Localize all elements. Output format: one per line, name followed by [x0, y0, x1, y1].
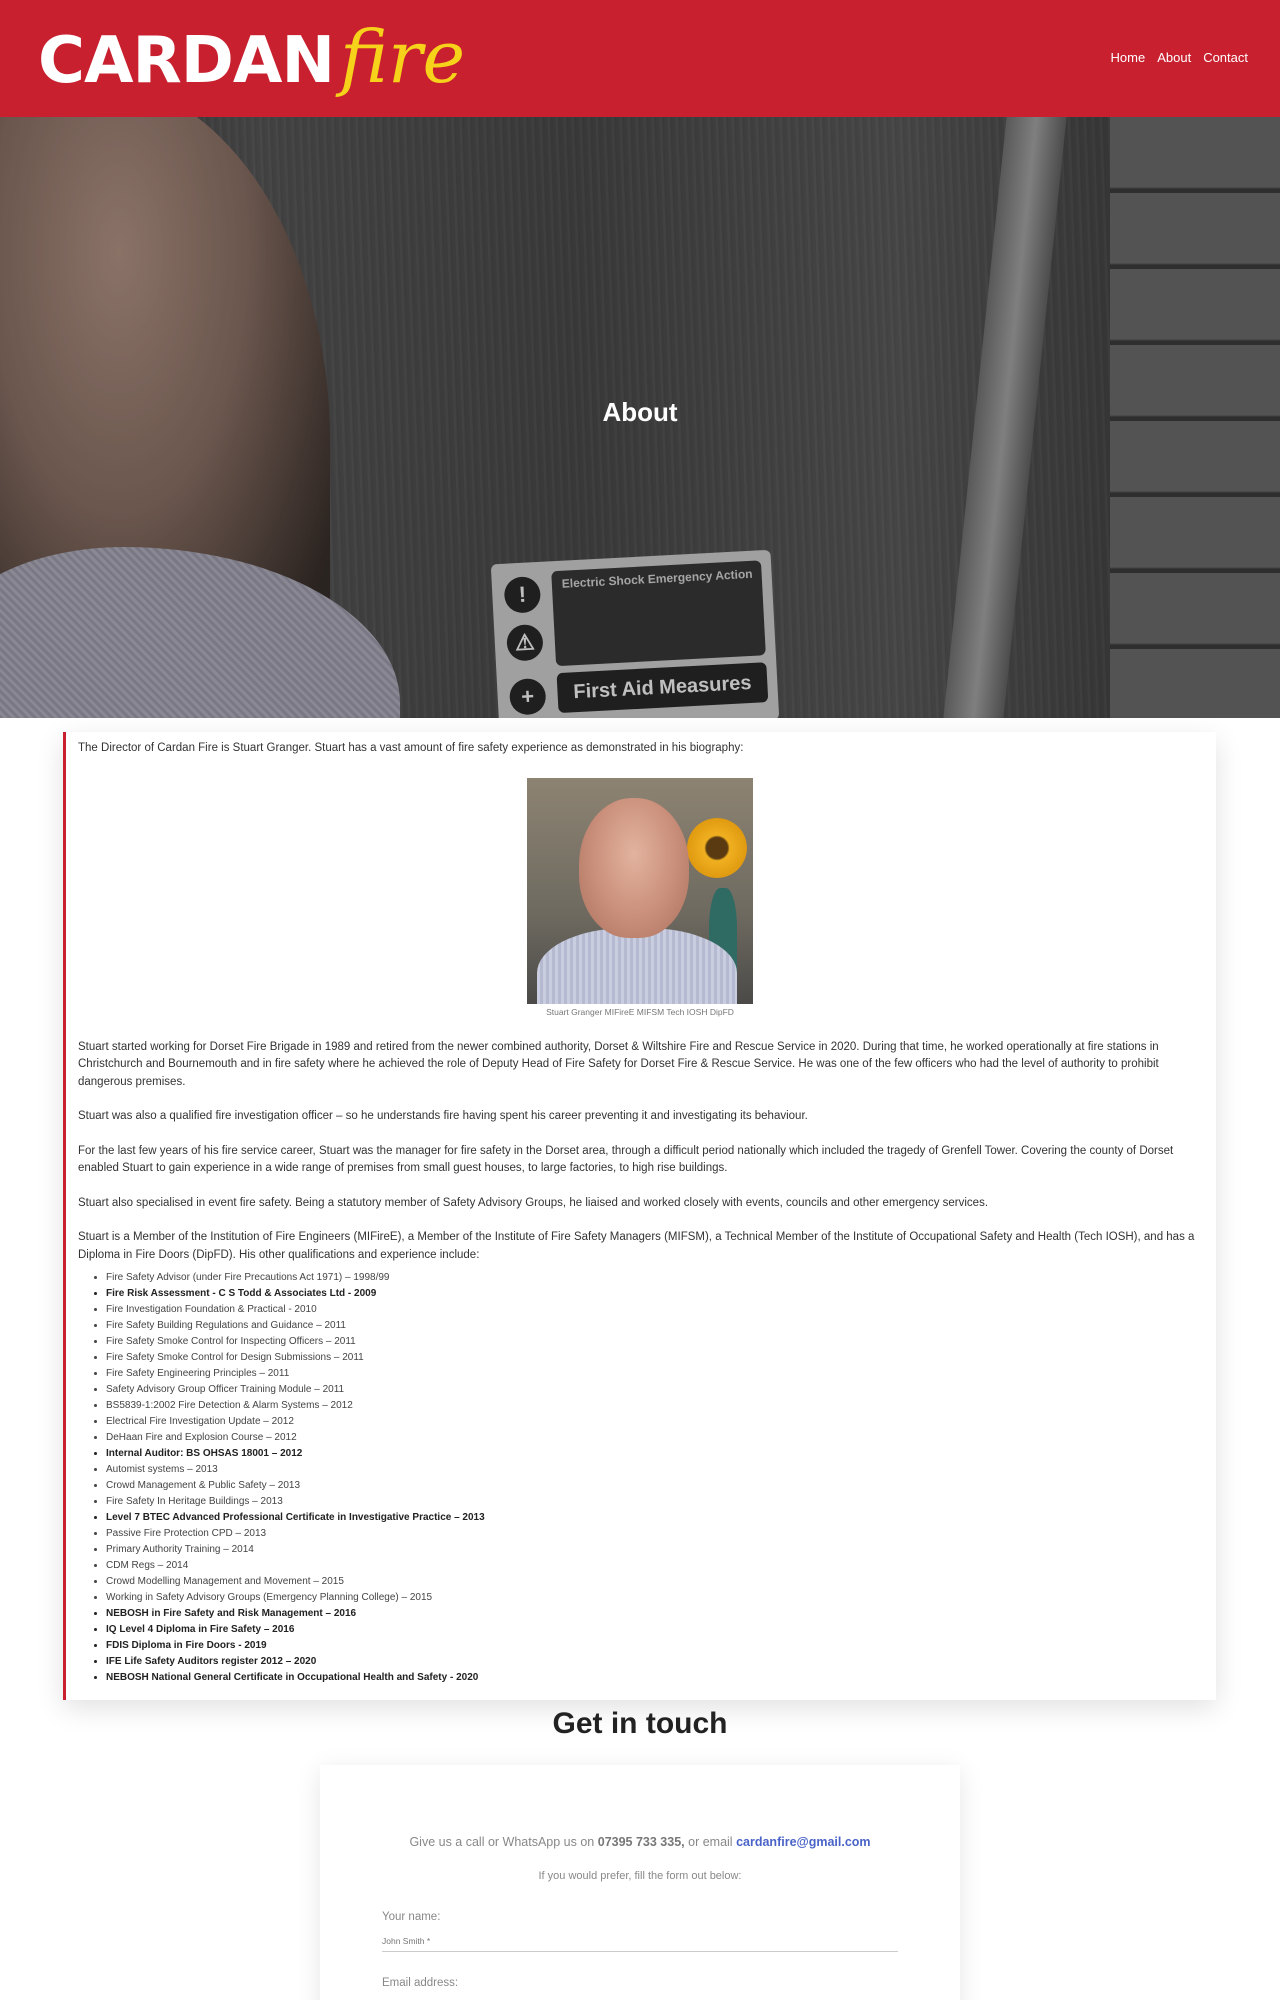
logo-wordmark: CARDAN: [38, 24, 335, 98]
call-prefix: Give us a call or WhatsApp us on: [409, 1835, 595, 1849]
name-label: Your name:: [382, 1911, 441, 1923]
bio-paragraph: Stuart also specialised in event fire sa…: [78, 1196, 989, 1209]
qualification-item: Fire Risk Assessment - C S Todd & Associ…: [106, 1286, 1202, 1302]
about-card: The Director of Cardan Fire is Stuart Gr…: [63, 732, 1216, 1700]
qualification-item: Electrical Fire Investigation Update – 2…: [106, 1414, 1202, 1430]
qualification-item: DeHaan Fire and Explosion Course – 2012: [106, 1430, 1202, 1446]
page-title: About: [602, 397, 678, 427]
phone-number[interactable]: 07395 733 335,: [598, 1835, 685, 1849]
main-nav: Home About Contact: [1111, 50, 1248, 65]
contact-heading: Get in touch: [552, 1707, 728, 1740]
qualifications-list: Fire Safety Advisor (under Fire Precauti…: [106, 1270, 1202, 1686]
qualification-item: Level 7 BTEC Advanced Professional Certi…: [106, 1510, 1202, 1526]
nav-about[interactable]: About: [1157, 50, 1191, 65]
logo-fire-script: fire: [340, 15, 466, 99]
qualification-item: Automist systems – 2013: [106, 1462, 1202, 1478]
director-figure: Stuart Granger MIFireE MIFSM Tech IOSH D…: [527, 777, 753, 1017]
qualification-item: Working in Safety Advisory Groups (Emerg…: [106, 1590, 1202, 1606]
photo-caption: Stuart Granger MIFireE MIFSM Tech IOSH D…: [546, 1006, 734, 1017]
qualification-item: Fire Safety Smoke Control for Inspecting…: [106, 1334, 1202, 1350]
sunflower-decor: [687, 817, 747, 878]
qualification-item: Safety Advisory Group Officer Training M…: [106, 1382, 1202, 1398]
site-header: CARDAN fire Home About Contact: [0, 0, 1280, 117]
qualification-item: Fire Safety Smoke Control for Design Sub…: [106, 1350, 1202, 1366]
bio-paragraph: For the last few years of his fire servi…: [78, 1144, 1174, 1175]
qualification-item: Crowd Modelling Management and Movement …: [106, 1574, 1202, 1590]
qualification-item: IQ Level 4 Diploma in Fire Safety – 2016: [106, 1622, 1202, 1638]
hero-banner: ! ⚠ + Electric Shock Emergency Action Fi…: [0, 117, 1280, 718]
portrait-shirt: [537, 927, 737, 1004]
qualification-item: Crowd Management & Public Safety – 2013: [106, 1478, 1202, 1494]
portrait-face: [579, 797, 689, 938]
qualification-item: Passive Fire Protection CPD – 2013: [106, 1526, 1202, 1542]
bio-paragraph: Stuart was also a qualified fire investi…: [78, 1110, 808, 1122]
site-logo[interactable]: CARDAN fire: [38, 10, 465, 105]
qualification-item: IFE Life Safety Auditors register 2012 –…: [106, 1654, 1202, 1670]
qualification-item: NEBOSH National General Certificate in O…: [106, 1670, 1202, 1686]
contact-call-text: Give us a call or WhatsApp us on 07395 7…: [320, 1835, 960, 1849]
qualification-item: Fire Safety Advisor (under Fire Precauti…: [106, 1270, 1202, 1286]
qualification-item: Fire Safety Building Regulations and Gui…: [106, 1318, 1202, 1334]
qualification-item: BS5839-1:2002 Fire Detection & Alarm Sys…: [106, 1398, 1202, 1414]
qualification-item: CDM Regs – 2014: [106, 1558, 1202, 1574]
qualification-item: Internal Auditor: BS OHSAS 18001 – 2012: [106, 1446, 1202, 1462]
nav-home[interactable]: Home: [1111, 50, 1146, 65]
email-link[interactable]: cardanfire@gmail.com: [736, 1835, 870, 1849]
qualification-item: Primary Authority Training – 2014: [106, 1542, 1202, 1558]
qualification-item: Fire Safety In Heritage Buildings – 2013: [106, 1494, 1202, 1510]
qualification-item: Fire Safety Engineering Principles – 201…: [106, 1366, 1202, 1382]
qualification-item: FDIS Diploma in Fire Doors - 2019: [106, 1638, 1202, 1654]
intro-text: The Director of Cardan Fire is Stuart Gr…: [78, 742, 744, 754]
contact-card: Give us a call or WhatsApp us on 07395 7…: [320, 1765, 960, 2000]
qualification-item: Fire Investigation Foundation & Practica…: [106, 1302, 1202, 1318]
nav-contact[interactable]: Contact: [1203, 50, 1248, 65]
email-label: Email address:: [382, 1977, 459, 1989]
email-prefix: or email: [688, 1835, 733, 1849]
bio-paragraph: Stuart started working for Dorset Fire B…: [78, 1040, 1159, 1088]
bio-paragraph: Stuart is a Member of the Institution of…: [78, 1231, 1195, 1261]
qualification-item: NEBOSH in Fire Safety and Risk Managemen…: [106, 1606, 1202, 1622]
name-input[interactable]: [382, 1930, 898, 1952]
form-intro-text: If you would prefer, fill the form out b…: [538, 1870, 742, 1882]
director-photo: [527, 777, 753, 1004]
